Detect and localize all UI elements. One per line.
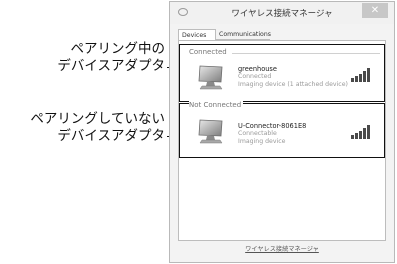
tab-devices[interactable]: Devices bbox=[178, 29, 216, 40]
not-connected-group-label: Not Connected bbox=[189, 101, 244, 109]
callout-unpaired: ペアリングしていない デバイスアダプタ bbox=[30, 111, 165, 145]
wireless-manager-window: ワイヤレス接続マネージャ ✕ Devices Communications Co… bbox=[169, 1, 395, 263]
device-status: Connected bbox=[238, 73, 272, 80]
wireless-manager-link[interactable]: ワイヤレス接続マネージャ bbox=[170, 244, 394, 253]
device-name: greenhouse bbox=[238, 65, 277, 73]
device-detail: Imaging device (1 attached device) bbox=[238, 81, 348, 88]
title-bar[interactable]: ワイヤレス接続マネージャ ✕ bbox=[170, 2, 394, 24]
not-connected-group: Not Connected U-Connector-8061E8 Connect… bbox=[179, 101, 385, 158]
connected-device-info[interactable]: greenhouse Connected Imaging device (1 a… bbox=[238, 65, 348, 89]
group-divider bbox=[232, 53, 380, 54]
callout-unpaired-line-1: ペアリングしていない bbox=[30, 111, 165, 127]
app-icon bbox=[178, 8, 188, 16]
not-connected-device-info[interactable]: U-Connector-8061E8 Connectable Imaging d… bbox=[238, 122, 306, 146]
close-button[interactable]: ✕ bbox=[362, 3, 388, 18]
device-list-panel: Connected greenhouse Connected Imaging d… bbox=[178, 40, 386, 241]
monitor-icon bbox=[198, 65, 223, 90]
signal-strength-icon bbox=[351, 68, 370, 82]
signal-strength-icon bbox=[351, 125, 370, 139]
device-detail: Imaging device bbox=[238, 138, 286, 145]
connected-group-label: Connected bbox=[189, 48, 227, 56]
callout-unpaired-line-2: デバイスアダプタ bbox=[57, 128, 165, 144]
callout-paired-line-2: デバイスアダプタ bbox=[57, 58, 165, 74]
callout-paired-line-1: ペアリング中の bbox=[70, 41, 166, 57]
callout-paired: ペアリング中の デバイスアダプタ bbox=[57, 41, 165, 75]
monitor-icon bbox=[198, 119, 223, 144]
device-status: Connectable bbox=[238, 130, 277, 137]
connected-group: Connected greenhouse Connected Imaging d… bbox=[179, 44, 385, 102]
tab-communications[interactable]: Communications bbox=[216, 29, 271, 40]
window-title: ワイヤレス接続マネージャ bbox=[231, 9, 333, 19]
device-name: U-Connector-8061E8 bbox=[238, 122, 307, 130]
